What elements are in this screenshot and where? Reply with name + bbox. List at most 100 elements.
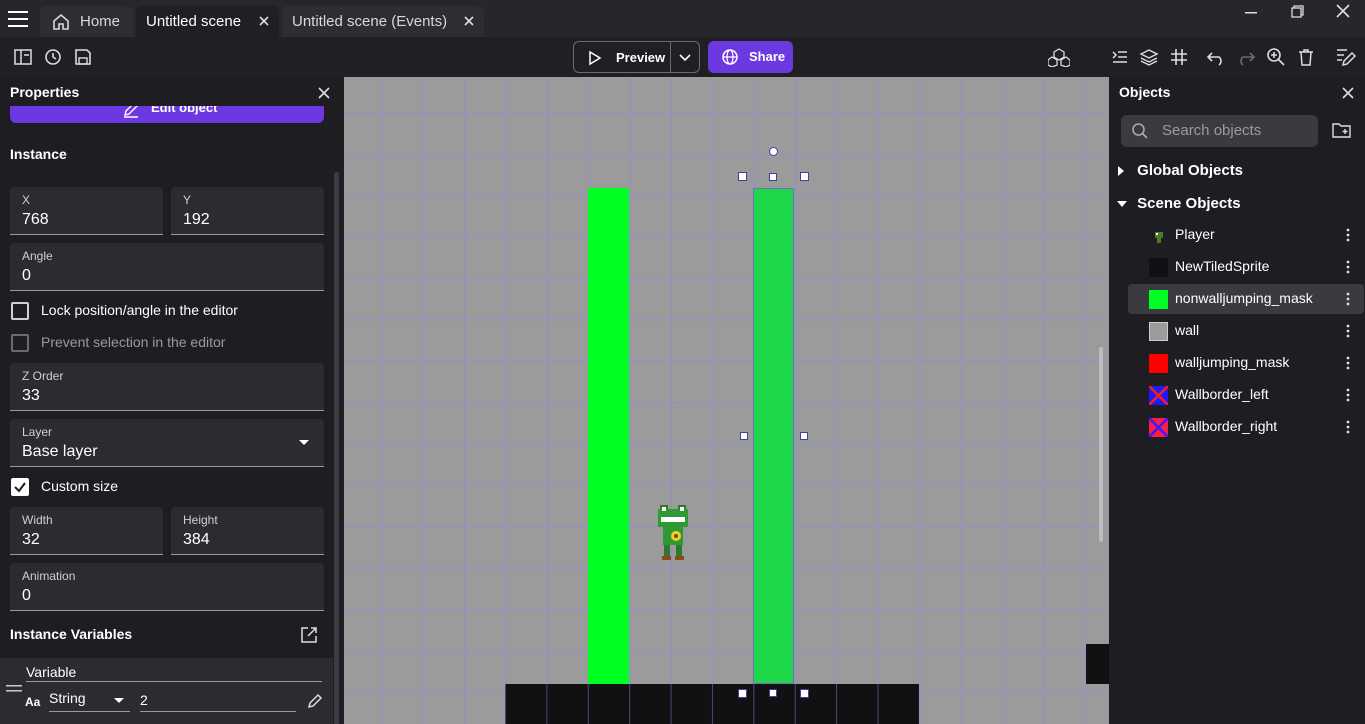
share-button[interactable]: Share bbox=[708, 41, 793, 73]
close-panel-icon[interactable] bbox=[1341, 86, 1355, 100]
object-name: Player bbox=[1175, 226, 1215, 242]
canvas-scrollbar[interactable] bbox=[1099, 347, 1103, 542]
more-options-icon[interactable] bbox=[1345, 290, 1351, 308]
edit-object-button[interactable]: Edit object bbox=[10, 106, 324, 123]
resize-handle[interactable] bbox=[800, 432, 808, 440]
object-item-nonwalljumping-mask[interactable]: nonwalljumping_mask bbox=[1128, 284, 1364, 314]
object-item-player[interactable]: Player bbox=[1128, 220, 1364, 250]
variable-type-select[interactable]: String bbox=[49, 690, 130, 712]
restore-icon[interactable] bbox=[1286, 3, 1308, 19]
close-tab-icon[interactable] bbox=[257, 14, 271, 28]
save-icon[interactable] bbox=[73, 47, 93, 67]
chevron-right-icon bbox=[1117, 166, 1129, 177]
global-objects-group[interactable]: Global Objects bbox=[1117, 162, 1243, 179]
tiled-sprite-instance[interactable] bbox=[505, 684, 919, 724]
scene-objects-group[interactable]: Scene Objects bbox=[1117, 195, 1241, 212]
object-name: NewTiledSprite bbox=[1175, 258, 1270, 274]
layer-label: Layer bbox=[22, 425, 53, 439]
z-order-field[interactable]: Z Order 33 bbox=[10, 363, 324, 411]
more-options-icon[interactable] bbox=[1345, 322, 1351, 340]
resize-handle[interactable] bbox=[769, 689, 777, 697]
layer-select[interactable]: Layer Base layer bbox=[10, 419, 324, 467]
object-item-wallborder-left[interactable]: Wallborder_left bbox=[1128, 380, 1364, 410]
angle-value[interactable]: 0 bbox=[22, 267, 31, 285]
more-options-icon[interactable] bbox=[1345, 258, 1351, 276]
animation-field[interactable]: Animation 0 bbox=[10, 563, 324, 611]
more-options-icon[interactable] bbox=[1345, 418, 1351, 436]
y-value[interactable]: 192 bbox=[183, 211, 210, 229]
edit-variable-icon[interactable] bbox=[306, 692, 324, 710]
objects-3d-icon[interactable] bbox=[1048, 47, 1070, 67]
layer-value[interactable]: Base layer bbox=[22, 443, 98, 461]
menu-icon[interactable] bbox=[8, 10, 30, 27]
tab-untitled-scene-events[interactable]: Untitled scene (Events) bbox=[282, 6, 484, 37]
resize-handle[interactable] bbox=[769, 173, 777, 181]
minimize-icon[interactable] bbox=[1240, 3, 1262, 19]
y-field[interactable]: Y 192 bbox=[171, 187, 324, 235]
variable-header: Variable bbox=[26, 664, 77, 680]
add-folder-icon[interactable] bbox=[1332, 121, 1352, 139]
resize-handle[interactable] bbox=[738, 172, 747, 181]
z-value[interactable]: 33 bbox=[22, 387, 40, 405]
resize-handle[interactable] bbox=[738, 689, 747, 698]
close-tab-icon[interactable] bbox=[462, 14, 476, 28]
tab-untitled-scene[interactable]: Untitled scene bbox=[136, 6, 279, 37]
height-value[interactable]: 384 bbox=[183, 531, 210, 549]
layers-icon[interactable] bbox=[1139, 47, 1159, 67]
grid-icon[interactable] bbox=[1169, 47, 1189, 67]
tiled-sprite-instance-right[interactable] bbox=[1086, 644, 1109, 684]
scene-canvas[interactable] bbox=[344, 77, 1109, 724]
lock-checkbox[interactable] bbox=[11, 302, 29, 320]
zoom-icon[interactable] bbox=[1266, 47, 1286, 67]
wallborder-left-thumbnail-icon bbox=[1149, 386, 1168, 405]
variable-type-value: String bbox=[49, 690, 86, 706]
more-options-icon[interactable] bbox=[1345, 226, 1351, 244]
object-item-walljumping-mask[interactable]: walljumping_mask bbox=[1128, 348, 1364, 378]
edit-settings-icon[interactable] bbox=[1335, 47, 1357, 67]
angle-field[interactable]: Angle 0 bbox=[10, 243, 324, 291]
object-item-wall[interactable]: wall bbox=[1128, 316, 1364, 346]
resize-handle[interactable] bbox=[800, 172, 809, 181]
prevent-selection-checkbox[interactable] bbox=[11, 334, 29, 352]
x-value[interactable]: 768 bbox=[22, 211, 49, 229]
instances-list-icon[interactable] bbox=[1109, 47, 1129, 67]
animation-value[interactable]: 0 bbox=[22, 587, 31, 605]
edit-icon bbox=[122, 106, 140, 118]
tab-bar: Home Untitled scene Untitled scene (Even… bbox=[0, 0, 1365, 37]
open-external-icon[interactable] bbox=[300, 626, 318, 644]
resize-handle[interactable] bbox=[800, 689, 809, 698]
delete-icon[interactable] bbox=[1296, 47, 1316, 67]
preview-button[interactable]: Preview bbox=[573, 41, 700, 73]
custom-size-checkbox[interactable] bbox=[11, 478, 29, 496]
object-item-newtiledsprite[interactable]: NewTiledSprite bbox=[1128, 252, 1364, 282]
width-field[interactable]: Width 32 bbox=[10, 507, 163, 555]
resize-handle[interactable] bbox=[740, 432, 748, 440]
object-name: Wallborder_left bbox=[1175, 386, 1269, 402]
z-label: Z Order bbox=[22, 369, 64, 383]
x-field[interactable]: X 768 bbox=[10, 187, 163, 235]
close-panel-icon[interactable] bbox=[317, 86, 331, 100]
nonwalljumping-mask-instance[interactable] bbox=[588, 188, 629, 684]
search-objects-input[interactable]: Search objects bbox=[1121, 115, 1318, 147]
lock-label: Lock position/angle in the editor bbox=[41, 302, 238, 318]
rotation-handle[interactable] bbox=[769, 147, 778, 156]
x-label: X bbox=[22, 193, 31, 207]
drag-handle-icon[interactable] bbox=[6, 685, 22, 693]
more-options-icon[interactable] bbox=[1345, 386, 1351, 404]
redo-icon[interactable] bbox=[1236, 47, 1256, 67]
panels-icon[interactable] bbox=[13, 47, 33, 67]
undo-icon[interactable] bbox=[1206, 47, 1226, 67]
player-instance[interactable] bbox=[655, 501, 691, 561]
close-window-icon[interactable] bbox=[1332, 3, 1354, 19]
tab-home[interactable]: Home bbox=[40, 6, 133, 37]
more-options-icon[interactable] bbox=[1345, 354, 1351, 372]
object-item-wallborder-right[interactable]: Wallborder_right bbox=[1128, 412, 1364, 442]
scrollbar[interactable] bbox=[334, 172, 339, 724]
width-value[interactable]: 32 bbox=[22, 531, 40, 549]
variable-value-input[interactable]: 2 bbox=[140, 692, 296, 712]
green-mask-thumbnail-icon bbox=[1149, 290, 1168, 309]
selected-instance[interactable] bbox=[753, 188, 794, 684]
chevron-down-icon[interactable] bbox=[678, 51, 692, 65]
height-field[interactable]: Height 384 bbox=[171, 507, 324, 555]
history-icon[interactable] bbox=[43, 47, 63, 67]
